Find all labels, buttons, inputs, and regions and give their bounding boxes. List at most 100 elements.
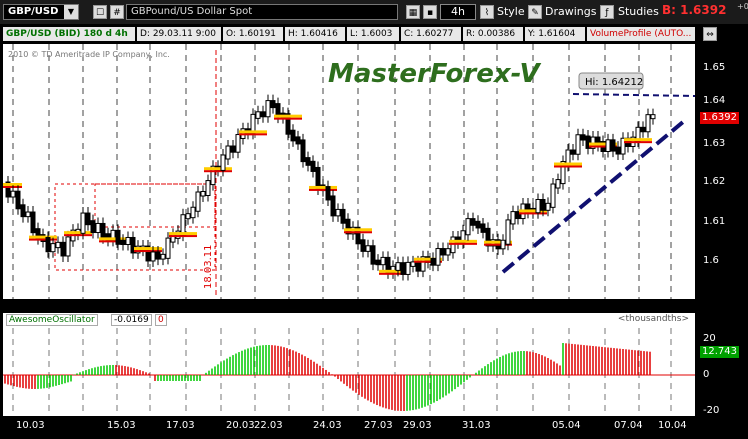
candle-body	[90, 220, 96, 234]
x-tick-4: 20.03	[226, 420, 255, 431]
candle-body	[375, 259, 381, 266]
candle-body	[120, 239, 126, 246]
watermark-text: MasterForex-V	[328, 59, 542, 89]
volume-profile-mark	[239, 133, 267, 136]
volume-profile-mark	[309, 185, 337, 189]
candle-body	[555, 179, 561, 189]
period-selector[interactable]: 4h	[440, 4, 476, 20]
candle-body	[605, 139, 611, 153]
oscillator-panel[interactable]	[3, 328, 695, 416]
chart-type-icon[interactable]: ⌇	[480, 5, 494, 19]
price-chart[interactable]: 18.03.11 Hi: 1.64212 2010 © TD Ameritrad…	[0, 44, 696, 299]
style-button[interactable]: Style	[497, 4, 525, 20]
x-tick-8: 29.03	[403, 420, 432, 431]
candle-body	[30, 211, 36, 234]
change-readout: R: 0.00386	[463, 27, 523, 41]
candle-body	[65, 236, 71, 257]
volume-profile-mark	[169, 232, 197, 236]
checkbox-icon[interactable]: ☐	[93, 5, 107, 19]
series-label: GBP/USD (BID) 180 d 4h	[3, 27, 135, 41]
candle-body	[235, 134, 241, 153]
candle-body	[510, 211, 516, 225]
close-readout: C: 1.60277	[401, 27, 461, 41]
y-tick-1: 1.65	[703, 62, 726, 73]
candle-body	[650, 114, 656, 120]
candle-body	[305, 157, 311, 166]
candle-body	[310, 160, 316, 172]
osc-tick-1: 20	[703, 333, 716, 344]
bid-price: B: 1.6392	[662, 3, 727, 17]
layout-icon[interactable]: ▦	[406, 5, 420, 19]
study-label[interactable]: VolumeProfile (AUTO...	[587, 27, 695, 41]
bid-change: +0	[737, 2, 748, 11]
candle-body	[325, 186, 331, 201]
price-chart-canvas[interactable]: 18.03.11 Hi: 1.64212 2010 © TD Ameritrad…	[0, 44, 696, 299]
pencil-icon[interactable]: ✎	[528, 5, 542, 19]
volume-profile-mark	[204, 170, 232, 173]
candle-body	[10, 190, 16, 198]
candle-body	[220, 154, 226, 171]
candle-body	[270, 100, 276, 109]
candle-body	[225, 145, 231, 160]
candle-body	[230, 145, 236, 153]
candle-body	[255, 111, 261, 119]
expand-icon[interactable]: ⇔	[703, 27, 717, 41]
symbol-description: GBPound/US Dollar Spot	[126, 4, 398, 20]
candle-body	[580, 134, 586, 141]
candle-body	[615, 146, 621, 155]
x-tick-1: 10.03	[16, 420, 45, 431]
oscillator-name[interactable]: AwesomeOscillator	[6, 314, 98, 326]
osc-tick-2: 0	[703, 369, 710, 380]
candle-body	[50, 243, 56, 253]
candle-body	[155, 251, 161, 260]
candle-body	[500, 239, 506, 250]
candle-body	[160, 253, 166, 260]
oscillator-canvas[interactable]	[3, 328, 695, 416]
volume-profile-mark	[274, 117, 302, 120]
candle-body	[60, 241, 66, 257]
drawings-button[interactable]: Drawings	[545, 4, 596, 20]
date-marker-label: 18.03.11	[203, 244, 214, 289]
candle-body	[15, 190, 21, 210]
candle-body	[370, 245, 376, 265]
volume-profile-mark	[449, 242, 477, 245]
candle-body	[290, 129, 296, 142]
volume-profile-mark	[64, 231, 92, 235]
candle-body	[150, 251, 156, 262]
volume-profile-mark	[624, 138, 652, 142]
pin-icon[interactable]: ▪	[423, 5, 437, 19]
oscillator-value: -0.0169	[111, 314, 152, 326]
hash-icon[interactable]: #	[110, 5, 124, 19]
studies-button[interactable]: Studies	[618, 4, 659, 20]
candle-body	[185, 213, 191, 220]
candle-body	[85, 212, 91, 226]
y-readout: Y: 1.61604	[525, 27, 585, 41]
candle-body	[115, 229, 121, 245]
candle-body	[365, 245, 371, 252]
candle-body	[610, 139, 616, 152]
hi-label: Hi: 1.64212	[585, 77, 643, 88]
candle-body	[265, 100, 271, 118]
candle-body	[300, 139, 306, 163]
candle-body	[20, 204, 26, 218]
studies-icon[interactable]: ƒ	[600, 5, 614, 19]
candle-body	[435, 248, 441, 266]
symbol-selector[interactable]: GBP/USD ▼	[3, 4, 79, 20]
candle-body	[575, 134, 581, 155]
candle-body	[100, 222, 106, 239]
x-tick-12: 10.04	[658, 420, 687, 431]
candle-body	[545, 202, 551, 211]
copyright-text: 2010 © TD Ameritrade IP Company, Inc.	[8, 50, 170, 59]
chevron-down-icon[interactable]: ▼	[64, 5, 78, 19]
high-readout: H: 1.60416	[285, 27, 345, 41]
candle-body	[25, 211, 31, 218]
candle-body	[550, 183, 556, 208]
candle-body	[165, 237, 171, 259]
candle-body	[470, 218, 476, 226]
candle-body	[440, 248, 446, 256]
x-tick-9: 31.03	[462, 420, 491, 431]
volume-profile-mark	[169, 235, 197, 238]
candle-body	[445, 248, 451, 256]
oscillator-tag: 12.743	[700, 346, 739, 358]
symbol-label: GBP/USD	[8, 6, 59, 17]
